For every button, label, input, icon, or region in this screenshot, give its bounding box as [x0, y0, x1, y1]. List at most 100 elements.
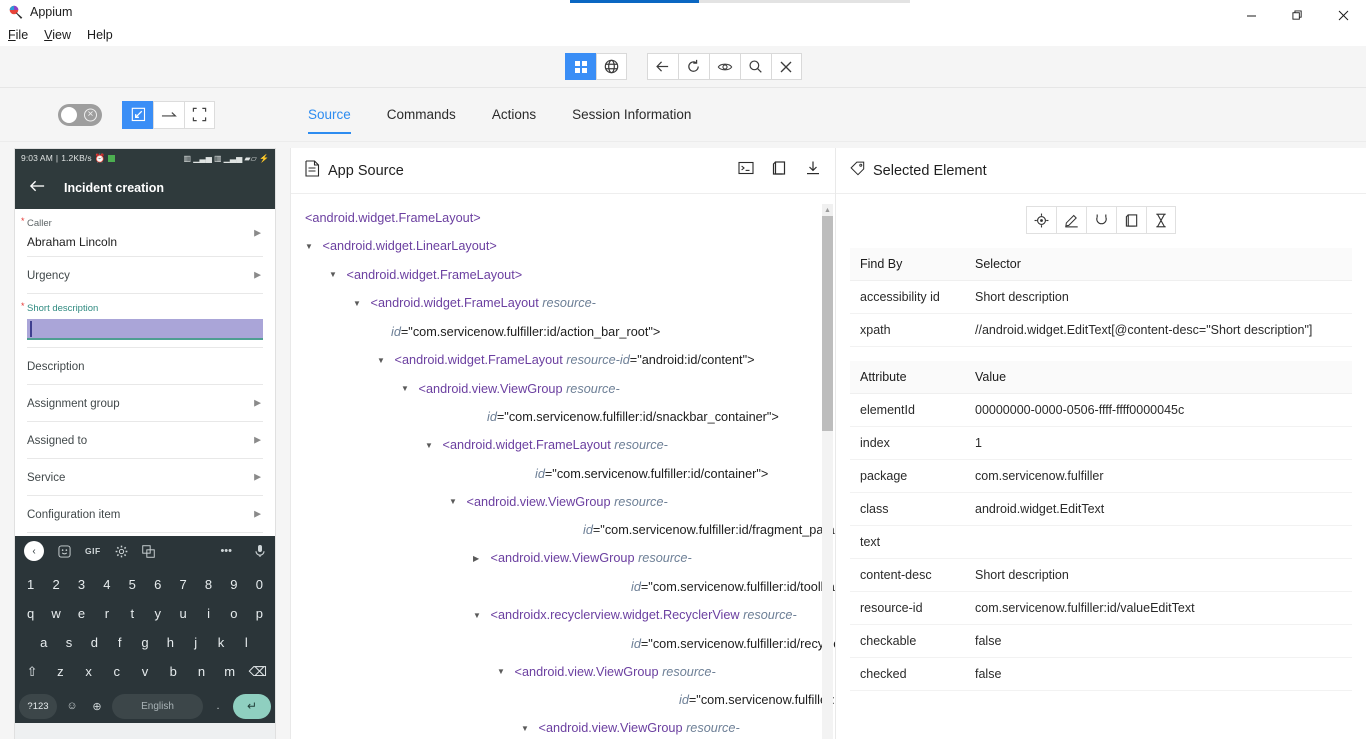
tab-commands[interactable]: Commands — [369, 88, 474, 141]
field-short-description[interactable]: * Short description — [21, 294, 263, 348]
key-o[interactable]: o — [221, 606, 246, 621]
terminal-icon[interactable] — [738, 160, 754, 181]
refresh-source-button[interactable] — [677, 53, 709, 80]
field-urgency[interactable]: Urgency ▶ — [27, 257, 263, 294]
web-view-button[interactable] — [595, 53, 627, 80]
key-z[interactable]: z — [46, 664, 74, 679]
key-s[interactable]: s — [56, 635, 81, 650]
select-element-button[interactable] — [122, 100, 153, 129]
table-row[interactable]: resource-id com.servicenow.fulfiller:id/v… — [850, 591, 1352, 625]
copy-icon[interactable] — [772, 160, 787, 181]
tab-source[interactable]: Source — [290, 88, 369, 141]
globe-icon[interactable]: ⊕ — [87, 700, 107, 713]
eye-icon[interactable] — [708, 53, 740, 80]
tree-node[interactable]: ▼ <android.view.ViewGroup resource- id="… — [291, 375, 835, 432]
key-q[interactable]: q — [18, 606, 43, 621]
gif-icon[interactable]: GIF — [85, 546, 101, 556]
table-row[interactable]: index 1 — [850, 426, 1352, 460]
key-u[interactable]: u — [170, 606, 195, 621]
menu-file[interactable]: File — [8, 28, 28, 42]
key-8[interactable]: 8 — [196, 577, 221, 592]
key-3[interactable]: 3 — [69, 577, 94, 592]
translate-icon[interactable] — [141, 544, 155, 558]
table-row[interactable]: elementId 00000000-0000-0506-ffff-ffff000… — [850, 393, 1352, 427]
key-y[interactable]: y — [145, 606, 170, 621]
table-row[interactable]: checkable false — [850, 624, 1352, 658]
tab-session-information[interactable]: Session Information — [554, 88, 709, 141]
chevron-right-icon[interactable]: ▶ — [473, 545, 487, 573]
chevron-down-icon[interactable]: ▼ — [377, 347, 391, 375]
key-5[interactable]: 5 — [120, 577, 145, 592]
refresh-circle-icon[interactable] — [1086, 206, 1116, 234]
scrollbar-thumb[interactable] — [822, 216, 833, 431]
chevron-down-icon[interactable]: ▼ — [497, 658, 511, 686]
table-row[interactable]: content-desc Short description — [850, 558, 1352, 592]
chevron-down-icon[interactable]: ▼ — [353, 290, 367, 318]
emoji-comma-icon[interactable]: ☺ — [62, 700, 82, 712]
key-f[interactable]: f — [107, 635, 132, 650]
source-toggle[interactable]: ✕ — [58, 103, 102, 126]
key-t[interactable]: t — [120, 606, 145, 621]
download-icon[interactable] — [805, 160, 821, 181]
chevron-down-icon[interactable]: ▼ — [329, 261, 343, 289]
table-row[interactable]: package com.servicenow.fulfiller — [850, 459, 1352, 493]
menu-help[interactable]: Help — [87, 28, 113, 42]
enter-key[interactable]: ↵ — [233, 693, 271, 719]
key-9[interactable]: 9 — [221, 577, 246, 592]
symbols-key[interactable]: ?123 — [19, 693, 57, 719]
period-key[interactable]: . — [208, 700, 228, 712]
back-button[interactable] — [646, 53, 678, 80]
key-k[interactable]: k — [208, 635, 233, 650]
key-a[interactable]: a — [31, 635, 56, 650]
table-row[interactable]: checked false — [850, 657, 1352, 691]
copy-icon[interactable] — [1116, 206, 1146, 234]
key-p[interactable]: p — [247, 606, 272, 621]
key-6[interactable]: 6 — [145, 577, 170, 592]
key-0[interactable]: 0 — [247, 577, 272, 592]
keyboard-back-icon[interactable]: ‹ — [24, 541, 44, 561]
tree-node[interactable]: ▼ <android.view.ViewGroup resource- id="… — [291, 714, 835, 739]
key-j[interactable]: j — [183, 635, 208, 650]
key-7[interactable]: 7 — [170, 577, 195, 592]
key-g[interactable]: g — [132, 635, 157, 650]
tree-node[interactable]: ▼ <android.widget.FrameLayout> — [291, 261, 835, 290]
key-m[interactable]: m — [216, 664, 244, 679]
chevron-down-icon[interactable]: ▼ — [449, 488, 463, 516]
key-4[interactable]: 4 — [94, 577, 119, 592]
key-l[interactable]: l — [234, 635, 259, 650]
chevron-down-icon[interactable]: ▼ — [305, 233, 319, 261]
table-row[interactable]: accessibility id Short description — [850, 280, 1352, 314]
edit-pencil-icon[interactable] — [1056, 206, 1086, 234]
table-row[interactable]: xpath //android.widget.EditText[@content… — [850, 313, 1352, 347]
minimize-button[interactable] — [1228, 0, 1274, 30]
key-1[interactable]: 1 — [18, 577, 43, 592]
chevron-down-icon[interactable]: ▼ — [401, 375, 415, 403]
native-view-button[interactable] — [564, 53, 596, 80]
key-c[interactable]: c — [103, 664, 131, 679]
key-v[interactable]: v — [131, 664, 159, 679]
backspace-key-icon[interactable]: ⌫ — [244, 664, 272, 680]
key-w[interactable]: w — [43, 606, 68, 621]
tree-node[interactable]: ▼ <android.view.ViewGroup resource- id="… — [291, 658, 835, 715]
tree-node[interactable]: ▼ <androidx.recyclerview.widget.Recycler… — [291, 601, 835, 658]
tree-node[interactable]: ▼ <android.widget.LinearLayout> — [291, 232, 835, 261]
tap-target-icon[interactable] — [1026, 206, 1056, 234]
field-assignment-group[interactable]: Assignment group ▶ — [27, 385, 263, 422]
tree-node[interactable]: ▼ <android.widget.FrameLayout resource- … — [291, 289, 835, 346]
selected-element-highlight[interactable] — [27, 319, 263, 340]
tree-node[interactable]: ▼ <android.view.ViewGroup resource- id="… — [291, 488, 835, 545]
key-x[interactable]: x — [74, 664, 102, 679]
microphone-icon[interactable] — [254, 544, 266, 558]
tree-node[interactable]: <android.widget.FrameLayout> — [291, 204, 835, 232]
space-key[interactable]: English — [112, 693, 203, 719]
maximize-button[interactable] — [1274, 0, 1320, 30]
table-row[interactable]: text — [850, 525, 1352, 559]
scroll-up-icon[interactable]: ▲ — [822, 204, 833, 216]
close-button[interactable] — [1320, 0, 1366, 30]
field-assigned-to[interactable]: Assigned to ▶ — [27, 422, 263, 459]
more-dots-icon[interactable]: ••• — [220, 545, 232, 557]
tree-node[interactable]: ▶ <android.view.ViewGroup resource- id="… — [291, 544, 835, 601]
swipe-arrow-icon[interactable] — [153, 100, 184, 129]
source-scrollbar[interactable]: ▲ — [822, 204, 833, 739]
key-b[interactable]: b — [159, 664, 187, 679]
